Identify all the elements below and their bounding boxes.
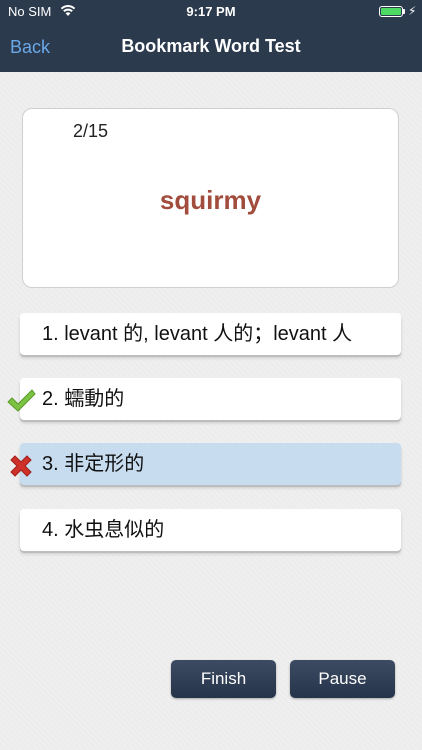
finish-button[interactable]: Finish (171, 660, 276, 698)
check-icon (6, 388, 36, 418)
status-bar: No SIM 9:17 PM ⚡︎ (0, 0, 422, 24)
answer-option-1[interactable]: 1. levant 的, levant 人的；levant 人 (20, 313, 401, 355)
answer-option-4[interactable]: 4. 水虫息似的 (20, 509, 401, 551)
answer-option-2[interactable]: 2. 蠕動的 (20, 378, 401, 420)
battery-tip (403, 9, 405, 14)
bolt-icon: ⚡︎ (408, 4, 417, 18)
word-card: 2/15 squirmy (22, 108, 399, 288)
page-title: Bookmark Word Test (121, 36, 301, 56)
test-word: squirmy (159, 185, 262, 215)
cross-icon (8, 453, 34, 483)
nav-bar: Back Bookmark Word Test (0, 24, 422, 72)
status-time: 9:17 PM (186, 4, 236, 19)
answer-option-3[interactable]: 3. 非定形的 (20, 443, 401, 485)
question-progress: 2/15 (73, 121, 109, 141)
battery-icon (379, 6, 403, 17)
pause-button[interactable]: Pause (290, 660, 395, 698)
